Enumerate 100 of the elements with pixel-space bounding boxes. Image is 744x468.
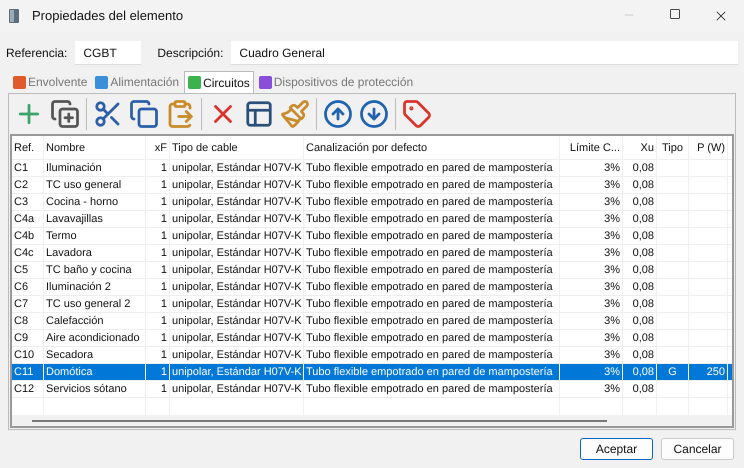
table-cell-text: unipolar, Estándar H07V-K [171,229,303,244]
arrow-down-icon[interactable] [359,99,389,129]
dialog-button[interactable]: Cancelar [661,438,734,460]
table-cell-text: 1 [160,195,168,210]
table-cell-text: 3% [603,331,621,346]
field-label: Descripción: [157,45,224,62]
table-cell-text: C10 [13,348,36,363]
table-cell-text: Secadora [45,348,94,363]
column-header[interactable]: Ref. [12,136,44,159]
table-cell-text: Tubo flexible empotrado en pared de mampostería [305,212,554,227]
table-cell-text: unipolar, Estándar H07V-K [171,195,303,210]
copy-icon[interactable] [129,99,159,129]
table-row[interactable]: C11 Domótica 1 unipolar, Estándar H07V-K Tubo flexible empotrado en pared de mampostería 3% 0,08 G 250 [12,364,732,381]
tab-icon [13,76,26,88]
table-cell-text: unipolar, Estándar H07V-K [171,178,303,193]
table-cell-text: C4a [13,212,36,227]
table-cell-text: unipolar, Estándar H07V-K [171,212,303,227]
table-cell-text: 0,08 [632,263,655,278]
table-cell-text: 1 [160,297,168,312]
tab[interactable]: Envolvente [10,71,90,93]
table-cell-text: unipolar, Estándar H07V-K [171,348,303,363]
table-cell-text: Tubo flexible empotrado en pared de mampostería [305,365,554,380]
table-cell-text: Iluminación 2 [45,280,112,295]
table-cell-text: 0,08 [632,365,655,380]
tag-icon[interactable] [402,99,432,129]
table-cell-text: unipolar, Estándar H07V-K [171,246,303,261]
table-row[interactable]: C2 TC uso general 1 unipolar, Estándar H07V-K Tubo flexible empotrado en pared de mampostería 3% 0,08 [12,177,732,194]
table-row[interactable]: C3 Cocina - horno 1 unipolar, Estándar H07V-K Tubo flexible empotrado en pared de mampostería 3% 0,08 [12,194,732,211]
text-field[interactable]: Cuadro General [231,41,738,65]
table-cell-text: 250 [706,365,726,380]
table-cell-text: 0,08 [632,229,655,244]
table-cell-text: 0,08 [632,314,655,329]
table-cell-text: Tubo flexible empotrado en pared de mampostería [305,314,554,329]
table-row[interactable]: C7 TC uso general 2 1 unipolar, Estándar H07V-K Tubo flexible empotrado en pared de mampostería 3% 0,08 [12,296,732,313]
table-cell-text: Tubo flexible empotrado en pared de mampostería [305,229,554,244]
table-cell-text: 1 [160,280,168,295]
table-cell-text: Iluminación [45,161,103,176]
table-cell-text: Tubo flexible empotrado en pared de mampostería [305,382,554,397]
table-cell-text: Domótica [45,365,94,380]
text-field[interactable]: CGBT [75,41,142,65]
window-title: Propiedades del elemento [32,7,184,26]
table-cell-text: Termo [45,229,78,244]
table-cell-text: Tubo flexible empotrado en pared de mampostería [305,263,554,278]
column-header[interactable]: xF [146,136,170,159]
table-cell-text: Tubo flexible empotrado en pared de mampostería [305,246,554,261]
table-cell-text: unipolar, Estándar H07V-K [171,263,303,278]
table-row[interactable]: C4c Lavadora 1 unipolar, Estándar H07V-K Tubo flexible empotrado en pared de mampostería 3% 0,08 [12,245,732,262]
tab[interactable]: Alimentación [92,71,182,93]
app-icon [8,8,20,24]
copy-plus-icon[interactable] [50,99,80,129]
table-cell-text: 3% [603,348,621,363]
table-cell-text: unipolar, Estándar H07V-K [171,297,303,312]
table-row[interactable]: C1 Iluminación 1 unipolar, Estándar H07V-K Tubo flexible empotrado en pared de mampostería 3% 0,08 [12,160,732,177]
table-cell-text: 1 [160,314,168,329]
column-header[interactable]: P (W) [689,136,728,159]
table-cell-text: G [667,365,678,380]
table-cell-text: 3% [603,161,621,176]
table-cell-text: C4b [13,229,36,244]
column-header[interactable]: Xu [623,136,657,159]
table-cell-text: 0,08 [632,331,655,346]
scrollbar-thumb[interactable] [32,420,607,422]
paintbrush-icon[interactable] [280,99,310,129]
table-cell-text: 3% [603,212,621,227]
column-header[interactable]: Límite C... [560,136,623,159]
tab[interactable]: Circuitos [184,71,254,93]
arrow-up-icon[interactable] [323,99,353,129]
table-cell-text: 0,08 [632,280,655,295]
table-cell-text: C3 [13,195,30,210]
table-cell-text: 3% [603,382,621,397]
table-cell-text: Tubo flexible empotrado en pared de mampostería [305,331,554,346]
column-header[interactable]: Canalización por defecto [304,136,560,159]
tab[interactable]: Dispositivos de protección [256,71,416,93]
table-cell-text: Tubo flexible empotrado en pared de mampostería [305,348,554,363]
column-header[interactable]: Tipo [657,136,689,159]
table-cell-text: 0,08 [632,195,655,210]
table-cell-text: Calefacción [45,314,104,329]
tab-icon [258,76,272,88]
column-header[interactable]: Nombre [44,136,146,159]
table-cell-text: 3% [603,297,621,312]
table-cell-text: C7 [13,297,30,312]
table-cell-text: 0,08 [632,382,655,397]
table-cell-text: unipolar, Estándar H07V-K [171,331,303,346]
window-icon[interactable] [244,99,274,129]
table-row[interactable]: C4a Lavavajillas 1 unipolar, Estándar H07V-K Tubo flexible empotrado en pared de mampostería 3% 0,08 [12,211,732,228]
table-cell-text: unipolar, Estándar H07V-K [171,382,303,397]
table-cell-text: 1 [160,348,168,363]
table-row[interactable]: C12 Servicios sótano 1 unipolar, Estándar H07V-K Tubo flexible empotrado en pared de mampostería 3% 0,08 [12,381,732,398]
table-cell-text: Tubo flexible empotrado en pared de mampostería [305,297,554,312]
table-row[interactable]: C4b Termo 1 unipolar, Estándar H07V-K Tubo flexible empotrado en pared de mampostería 3% 0,08 [12,228,732,245]
table-cell-text: 1 [160,161,168,176]
column-header[interactable]: Tipo de cable [170,136,304,159]
table-cell-text: C9 [13,331,30,346]
table-cell-text: C1 [13,161,30,176]
table-row[interactable]: C8 Calefacción 1 unipolar, Estándar H07V-K Tubo flexible empotrado en pared de mampostería 3% 0,08 [12,313,732,330]
table-row[interactable]: C6 Iluminación 2 1 unipolar, Estándar H07V-K Tubo flexible empotrado en pared de mampostería 3% 0,08 [12,279,732,296]
table-row[interactable]: C5 TC baño y cocina 1 unipolar, Estándar H07V-K Tubo flexible empotrado en pared de mampostería 3% 0,08 [12,262,732,279]
dialog-button[interactable]: Aceptar [580,438,653,460]
table-row[interactable]: C9 Aire acondicionado 1 unipolar, Estándar H07V-K Tubo flexible empotrado en pared de mampostería 3% 0,08 [12,330,732,347]
table-cell-text: TC uso general [45,178,122,193]
table-cell-text: Aire acondicionado [45,331,141,346]
